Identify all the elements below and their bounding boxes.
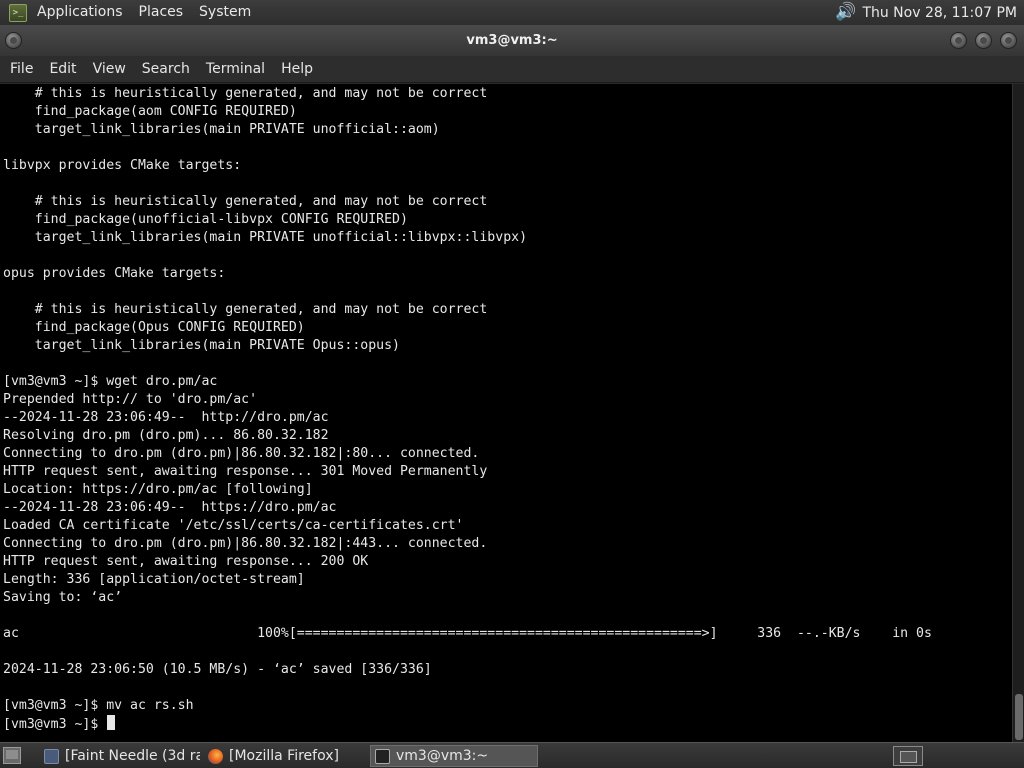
menu-search[interactable]: Search — [134, 56, 198, 83]
minimize-button[interactable] — [950, 32, 967, 49]
terminal-cursor — [107, 715, 116, 730]
terminal-line: HTTP request sent, awaiting response... … — [3, 464, 488, 479]
places-menu[interactable]: Places — [131, 0, 192, 25]
terminal-line: Resolving dro.pm (dro.pm)... 86.80.32.18… — [3, 428, 329, 443]
terminal-line: # this is heuristically generated, and m… — [3, 86, 488, 101]
menu-terminal[interactable]: Terminal — [198, 56, 273, 83]
scrollbar-thumb[interactable] — [1015, 694, 1023, 740]
terminal-line: find_package(unofficial-libvpx CONFIG RE… — [3, 212, 408, 227]
terminal-line: Saving to: ‘ac’ — [3, 590, 123, 605]
terminal-line: libvpx provides CMake targets: — [3, 158, 242, 173]
terminal-output[interactable]: # this is heuristically generated, and m… — [0, 84, 1012, 742]
panel-clock[interactable]: Thu Nov 28, 11:07 PM — [862, 5, 1024, 21]
terminal-scrollbar[interactable] — [1012, 84, 1024, 742]
terminal-line: [vm3@vm3 ~]$ — [3, 715, 932, 733]
task-label: [Mozilla Firefox] — [229, 748, 339, 764]
terminal-line: # this is heuristically generated, and m… — [3, 194, 488, 209]
close-button[interactable] — [1000, 32, 1017, 49]
window-title-bar[interactable]: vm3@vm3:~ — [0, 25, 1024, 56]
terminal-launcher-icon[interactable]: >_ — [9, 3, 27, 22]
terminal-line: HTTP request sent, awaiting response... … — [3, 554, 369, 569]
menu-help[interactable]: Help — [273, 56, 321, 83]
workspace-switcher[interactable] — [893, 746, 923, 766]
menu-view[interactable]: View — [85, 56, 134, 83]
task-firefox[interactable]: [Mozilla Firefox] — [204, 745, 366, 767]
system-menu[interactable]: System — [191, 0, 259, 25]
task-label: vm3@vm3:~ — [396, 748, 489, 764]
terminal-line: --2024-11-28 23:06:49-- http://dro.pm/ac — [3, 410, 329, 425]
maximize-button[interactable] — [975, 32, 992, 49]
window-title: vm3@vm3:~ — [466, 33, 558, 48]
show-desktop-icon[interactable] — [3, 747, 21, 764]
bottom-taskbar: [Faint Needle (3d ra... [Mozilla Firefox… — [0, 742, 1024, 768]
terminal-line: Length: 336 [application/octet-stream] — [3, 572, 305, 587]
terminal-menubar: File Edit View Search Terminal Help — [0, 56, 1024, 83]
terminal-line: ac 100%[================================… — [3, 626, 932, 641]
terminal-line: Connecting to dro.pm (dro.pm)|86.80.32.1… — [3, 536, 488, 551]
terminal-line: target_link_libraries(main PRIVATE unoff… — [3, 122, 440, 137]
terminal-line: # this is heuristically generated, and m… — [3, 302, 488, 317]
terminal-icon — [375, 748, 390, 764]
app-window-icon — [44, 748, 59, 764]
firefox-icon — [208, 748, 223, 764]
task-faint-needle[interactable]: [Faint Needle (3d ra... — [40, 745, 200, 767]
terminal-line: 2024-11-28 23:06:50 (10.5 MB/s) - ‘ac’ s… — [3, 662, 432, 677]
terminal-text: # this is heuristically generated, and m… — [3, 85, 932, 733]
terminal-line: opus provides CMake targets: — [3, 266, 226, 281]
terminal-line: find_package(Opus CONFIG REQUIRED) — [3, 320, 305, 335]
terminal-line: target_link_libraries(main PRIVATE Opus:… — [3, 338, 400, 353]
terminal-line: Location: https://dro.pm/ac [following] — [3, 482, 313, 497]
task-terminal[interactable]: vm3@vm3:~ — [370, 745, 538, 767]
terminal-line: Connecting to dro.pm (dro.pm)|86.80.32.1… — [3, 446, 480, 461]
terminal-line: [vm3@vm3 ~]$ wget dro.pm/ac — [3, 374, 218, 389]
menu-edit[interactable]: Edit — [41, 56, 84, 83]
task-label: [Faint Needle (3d ra... — [65, 748, 200, 764]
terminal-line: target_link_libraries(main PRIVATE unoff… — [3, 230, 528, 245]
top-panel: >_ Applications Places System 🔊 Thu Nov … — [0, 0, 1024, 25]
terminal-line: [vm3@vm3 ~]$ mv ac rs.sh — [3, 698, 194, 713]
window-menu-button[interactable] — [5, 32, 22, 49]
terminal-line: Loaded CA certificate '/etc/ssl/certs/ca… — [3, 518, 464, 533]
terminal-line: Prepended http:// to 'dro.pm/ac' — [3, 392, 258, 407]
menu-file[interactable]: File — [2, 56, 41, 83]
applications-menu[interactable]: Applications — [29, 0, 131, 25]
volume-icon[interactable]: 🔊 — [835, 0, 856, 25]
terminal-line: find_package(aom CONFIG REQUIRED) — [3, 104, 297, 119]
terminal-line: --2024-11-28 23:06:49-- https://dro.pm/a… — [3, 500, 337, 515]
